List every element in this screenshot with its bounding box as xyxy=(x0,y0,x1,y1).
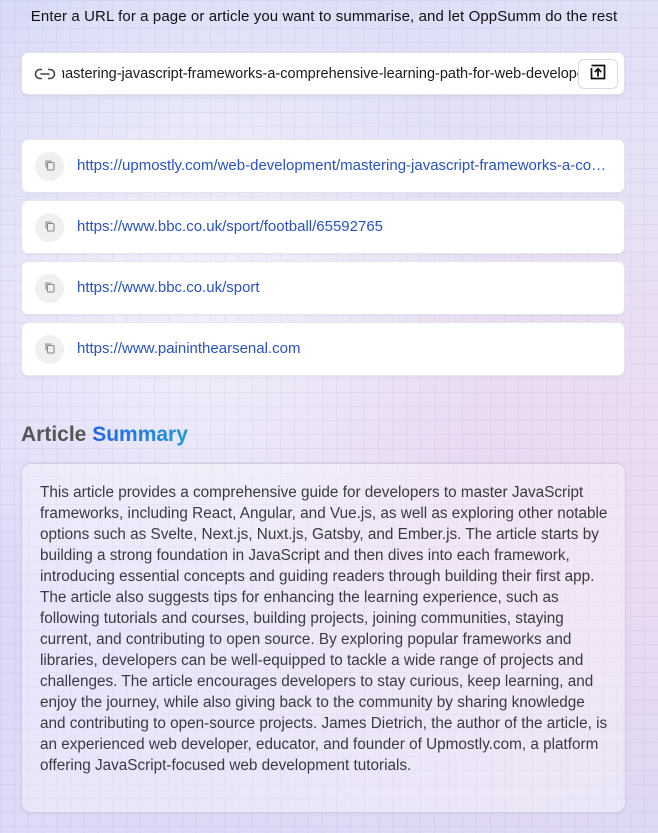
page-instruction: Enter a URL for a page or article you wa… xyxy=(30,8,618,25)
url-input-bar xyxy=(21,52,625,95)
copy-button[interactable] xyxy=(35,213,64,242)
url-input[interactable] xyxy=(62,53,597,94)
history-item: https://www.bbc.co.uk/sport xyxy=(21,261,625,315)
history-item: https://www.bbc.co.uk/sport/football/655… xyxy=(21,200,625,254)
submit-button[interactable] xyxy=(578,59,618,89)
copy-icon xyxy=(44,341,56,359)
history-link[interactable]: https://www.paininthearsenal.com xyxy=(77,340,617,357)
history-item: https://upmostly.com/web-development/mas… xyxy=(21,139,625,193)
history-link[interactable]: https://www.bbc.co.uk/sport xyxy=(77,279,617,296)
copy-icon xyxy=(44,280,56,298)
summary-heading: Article Summary xyxy=(21,423,188,447)
copy-button[interactable] xyxy=(35,152,64,181)
summary-card: This article provides a comprehensive gu… xyxy=(21,463,626,813)
history-link[interactable]: https://upmostly.com/web-development/mas… xyxy=(77,157,617,174)
link-icon xyxy=(34,66,56,82)
summary-heading-prefix: Article xyxy=(21,423,87,446)
copy-button[interactable] xyxy=(35,274,64,303)
copy-button[interactable] xyxy=(35,335,64,364)
copy-icon xyxy=(44,219,56,237)
arrow-up-box-icon xyxy=(589,63,607,86)
history-link[interactable]: https://www.bbc.co.uk/sport/football/655… xyxy=(77,218,617,235)
copy-icon xyxy=(44,158,56,176)
summary-heading-accent: Summary xyxy=(92,423,188,446)
summary-text: This article provides a comprehensive gu… xyxy=(40,484,608,774)
history-item: https://www.paininthearsenal.com xyxy=(21,322,625,376)
